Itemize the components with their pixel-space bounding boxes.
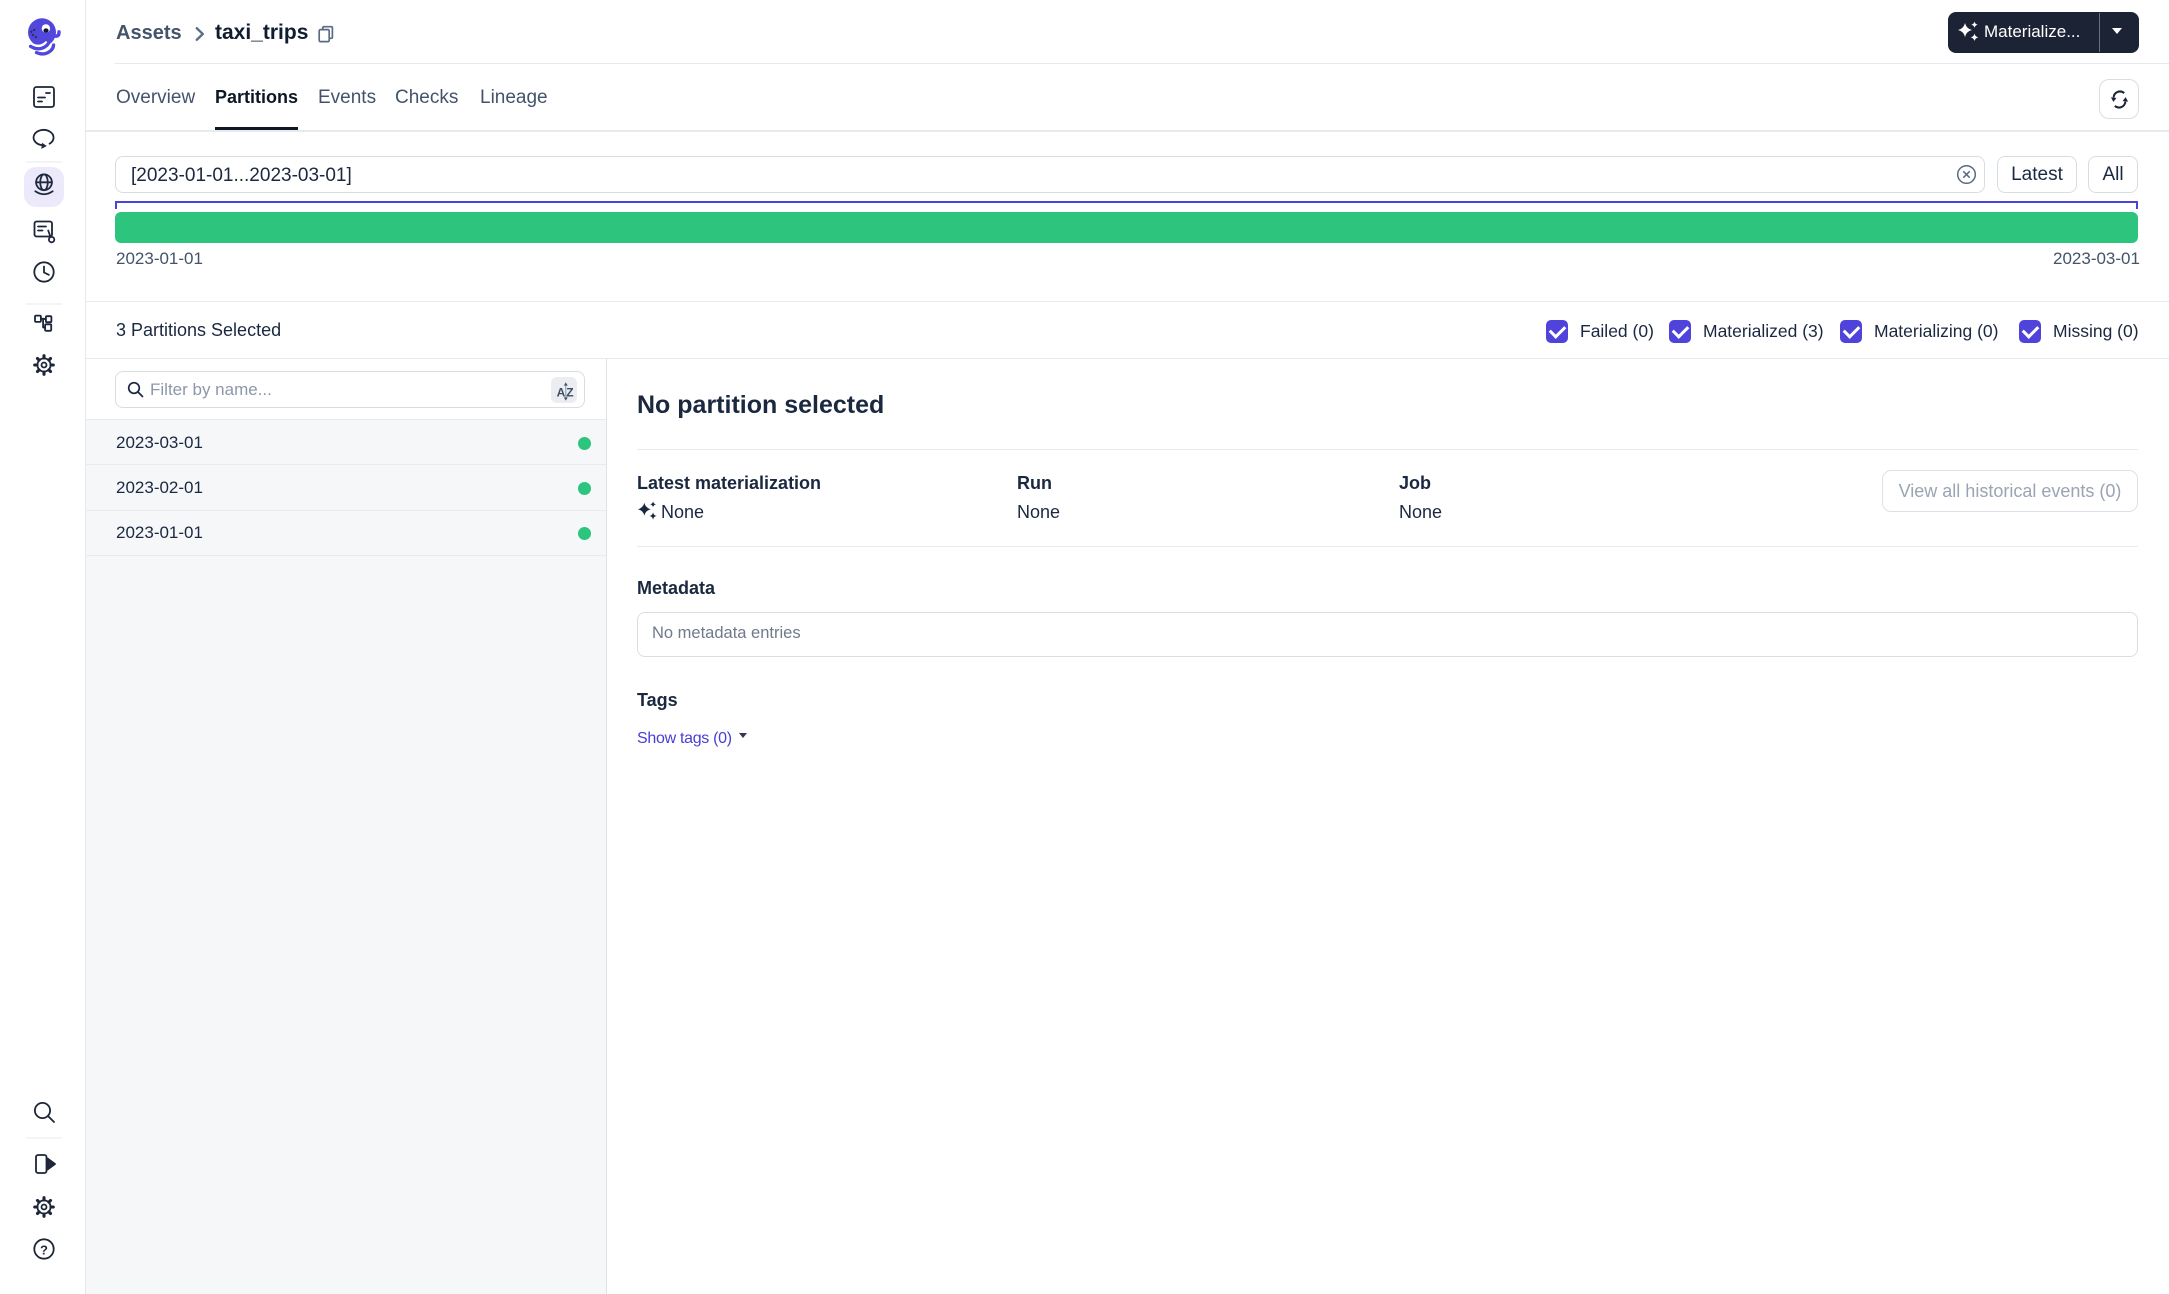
svg-text:?: ? [40,1243,48,1258]
svg-text:Z: Z [566,386,573,400]
svg-text:A: A [557,386,566,400]
